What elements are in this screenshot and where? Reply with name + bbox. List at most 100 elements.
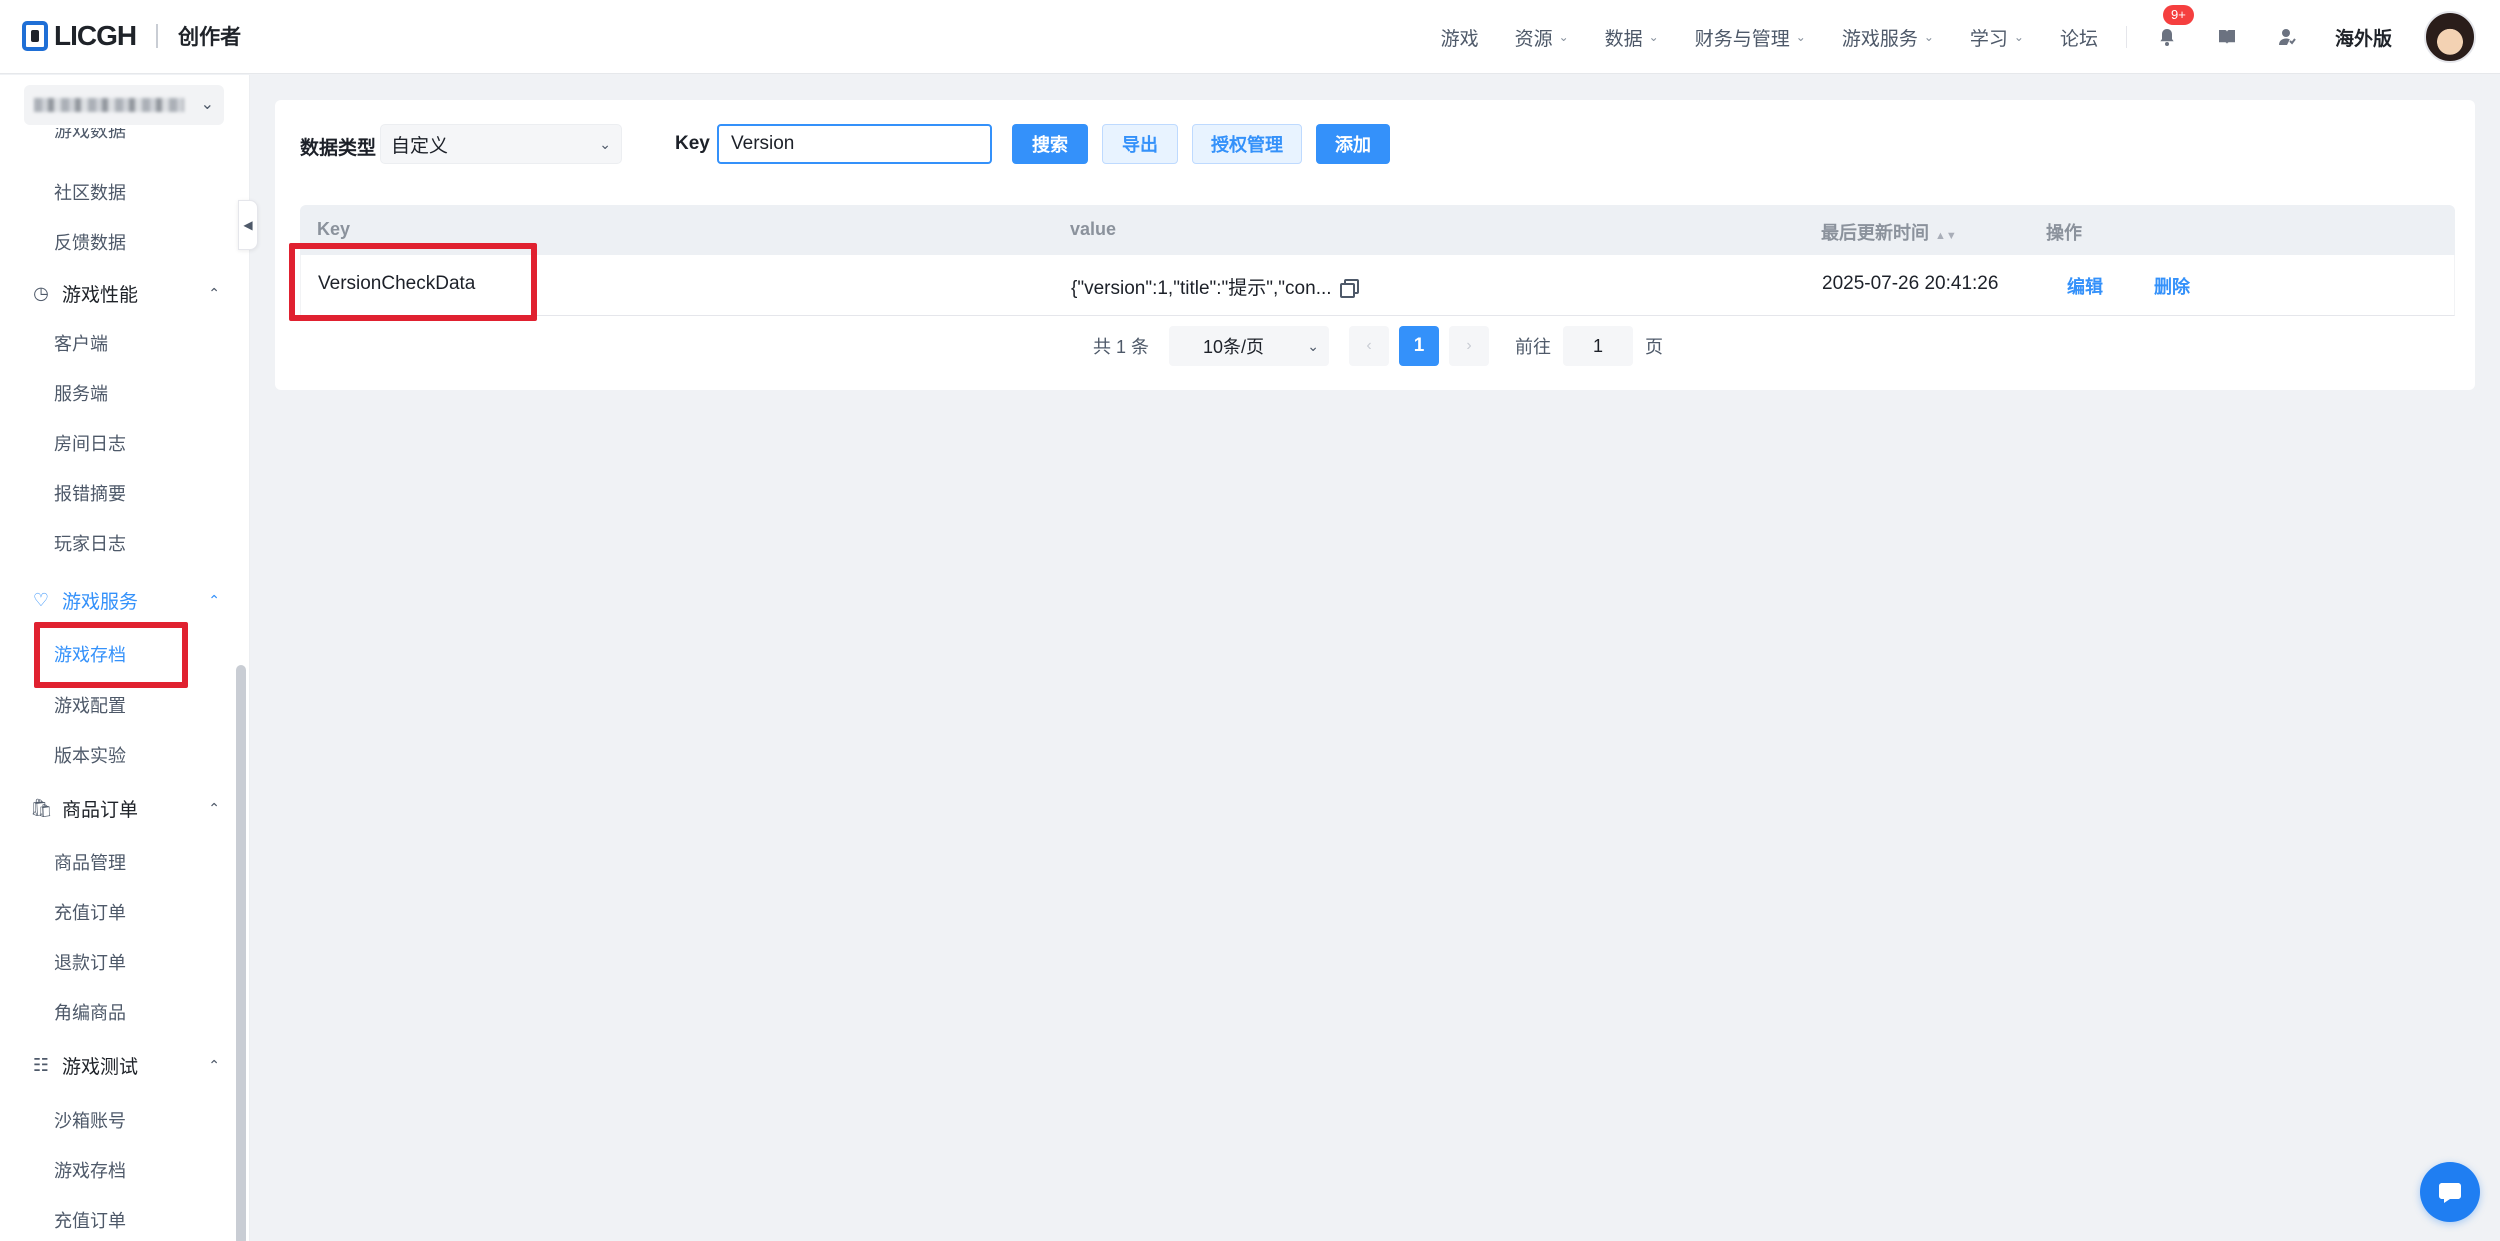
sidebar-item-server[interactable]: 服务端 bbox=[54, 380, 108, 406]
chevron-up-icon: ⌃ bbox=[208, 284, 220, 301]
edit-link[interactable]: 编辑 bbox=[2067, 273, 2103, 299]
sidebar-item-feedback-data[interactable]: 反馈数据 bbox=[54, 229, 126, 255]
export-button[interactable]: 导出 bbox=[1102, 124, 1178, 164]
nav-label: 游戏 bbox=[1440, 28, 1479, 50]
table-header: Key value 最后更新时间 ▲▼ 操作 bbox=[300, 205, 2455, 255]
notification-bell[interactable]: 9+ bbox=[2155, 5, 2194, 49]
column-updated-label: 最后更新时间 bbox=[1821, 223, 1929, 243]
search-button[interactable]: 搜索 bbox=[1012, 124, 1088, 164]
sidebar-item-test-game-save[interactable]: 游戏存档 bbox=[54, 1157, 126, 1183]
book-icon bbox=[2218, 30, 2235, 44]
data-type-select[interactable]: 自定义 ⌄ bbox=[380, 124, 622, 164]
goto-page-input[interactable]: 1 bbox=[1563, 326, 1634, 366]
creator-label: 创作者 bbox=[178, 26, 242, 49]
nav-label: 游戏服务 bbox=[1841, 28, 1918, 50]
auth-management-button[interactable]: 授权管理 bbox=[1192, 124, 1302, 164]
nav-label: 论坛 bbox=[2059, 28, 2098, 50]
column-updated[interactable]: 最后更新时间 ▲▼ bbox=[1821, 219, 1957, 245]
logo-divider bbox=[156, 24, 159, 48]
sidebar-item-test-recharge-orders[interactable]: 充值订单 bbox=[54, 1207, 126, 1233]
sidebar-group-label: 游戏测试 bbox=[62, 1056, 139, 1078]
overseas-version-link[interactable]: 海外版 bbox=[2335, 24, 2392, 51]
chat-support-button[interactable] bbox=[2420, 1162, 2480, 1222]
nav-game-services[interactable]: 游戏服务 ⌄ bbox=[1842, 24, 1934, 51]
sidebar-item-version-experiment[interactable]: 版本实验 bbox=[54, 742, 126, 768]
account-switch-button[interactable] bbox=[2275, 25, 2299, 49]
top-nav: 游戏 资源 ⌄ 数据 ⌄ 财务与管理 ⌄ 游戏服务 ⌄ 学习 ⌄ 论坛 9+ 海外版 bbox=[1441, 0, 2500, 74]
nav-forum[interactable]: 论坛 bbox=[2060, 24, 2098, 51]
page-suffix: 页 bbox=[1645, 337, 1664, 357]
sidebar-scrollbar[interactable] bbox=[236, 665, 246, 1241]
cell-updated: 2025-07-26 20:41:26 bbox=[1822, 273, 1999, 294]
column-actions: 操作 bbox=[2046, 223, 2082, 243]
chevron-down-icon: ⌄ bbox=[2013, 30, 2024, 44]
pagination: 共 1 条 10条/页 ⌄ ‹ 1 › 前往 1 页 bbox=[1093, 326, 1663, 366]
docs-button[interactable] bbox=[2215, 25, 2239, 49]
chevron-down-icon: ⌄ bbox=[1307, 337, 1320, 354]
sidebar-group-game-performance[interactable]: ◷ 游戏性能 ⌃ bbox=[30, 278, 220, 308]
sidebar-item-room-log[interactable]: 房间日志 bbox=[54, 430, 126, 456]
sidebar-item-community-data[interactable]: 社区数据 bbox=[54, 179, 126, 205]
chevron-down-icon: ⌄ bbox=[1795, 30, 1806, 44]
sidebar-group-game-services[interactable]: ♡ 游戏服务 ⌃ bbox=[30, 585, 220, 615]
sidebar-item-product-management[interactable]: 商品管理 bbox=[54, 849, 126, 875]
delete-link[interactable]: 删除 bbox=[2154, 273, 2190, 299]
sidebar-group-game-testing[interactable]: ☷ 游戏测试 ⌃ bbox=[30, 1050, 220, 1080]
key-input[interactable] bbox=[717, 124, 992, 164]
sidebar-item-partial[interactable]: 游戏数据 bbox=[54, 128, 126, 142]
user-icon bbox=[2278, 29, 2296, 45]
sidebar-item-error-summary[interactable]: 报错摘要 bbox=[54, 480, 126, 506]
sliders-icon: ☷ bbox=[32, 1054, 50, 1075]
nav-resources[interactable]: 资源 ⌄ bbox=[1515, 24, 1569, 51]
sidebar-group-product-orders[interactable]: 🛍 商品订单 ⌃ bbox=[30, 793, 220, 823]
sidebar-item-role-products[interactable]: 角编商品 bbox=[54, 999, 126, 1025]
nav-finance[interactable]: 财务与管理 ⌄ bbox=[1695, 24, 1806, 51]
next-page-button[interactable]: › bbox=[1449, 326, 1490, 366]
sidebar-item-refund-orders[interactable]: 退款订单 bbox=[54, 949, 126, 975]
nav-data[interactable]: 数据 ⌄ bbox=[1605, 24, 1659, 51]
gauge-icon: ◷ bbox=[33, 282, 49, 303]
sidebar-item-player-log[interactable]: 玩家日志 bbox=[54, 530, 126, 556]
data-type-value: 自定义 bbox=[391, 135, 449, 157]
copy-icon[interactable] bbox=[1339, 279, 1359, 298]
game-name-blurred bbox=[34, 98, 184, 112]
sidebar-item-game-config[interactable]: 游戏配置 bbox=[54, 692, 126, 718]
caret-left-icon: ◀ bbox=[243, 218, 253, 232]
cell-value-text: {"version":1,"title":"提示","con... bbox=[1071, 278, 1332, 299]
logo-text: LICGH bbox=[54, 20, 137, 51]
archive-panel: 数据类型 自定义 ⌄ Key 搜索 导出 授权管理 添加 Key value 最… bbox=[275, 100, 2475, 390]
chevron-up-icon: ⌃ bbox=[208, 591, 220, 608]
logo[interactable]: LICGH 创作者 bbox=[22, 18, 241, 54]
logo-mark-icon bbox=[22, 21, 48, 51]
sidebar-item-sandbox-account[interactable]: 沙箱账号 bbox=[54, 1107, 126, 1133]
add-button[interactable]: 添加 bbox=[1316, 124, 1390, 164]
chevron-down-icon: ⌄ bbox=[200, 96, 214, 113]
game-selector[interactable]: ⌄ bbox=[24, 85, 224, 125]
chevron-down-icon: ⌄ bbox=[599, 135, 611, 152]
sidebar-item-client[interactable]: 客户端 bbox=[54, 330, 108, 356]
nav-game[interactable]: 游戏 bbox=[1441, 24, 1479, 51]
chevron-down-icon: ⌄ bbox=[1648, 30, 1659, 44]
prev-page-button[interactable]: ‹ bbox=[1349, 326, 1390, 366]
column-value: value bbox=[1070, 219, 1117, 239]
top-bar: LICGH 创作者 游戏 资源 ⌄ 数据 ⌄ 财务与管理 ⌄ 游戏服务 ⌄ 学习 ⌄ 论坛… bbox=[0, 0, 2500, 74]
sidebar-group-label: 游戏性能 bbox=[62, 284, 139, 306]
sidebar-item-game-save[interactable]: 游戏存档 bbox=[54, 641, 126, 667]
sidebar-group-label: 商品订单 bbox=[62, 799, 139, 821]
chevron-down-icon: ⌄ bbox=[1923, 30, 1934, 44]
page-size-select[interactable]: 10条/页 ⌄ bbox=[1169, 326, 1330, 366]
nav-learn[interactable]: 学习 ⌄ bbox=[1970, 24, 2024, 51]
page-number-button[interactable]: 1 bbox=[1399, 326, 1440, 366]
sidebar-item-recharge-orders[interactable]: 充值订单 bbox=[54, 899, 126, 925]
chevron-down-icon: ⌄ bbox=[1558, 30, 1569, 44]
user-avatar[interactable] bbox=[2424, 11, 2476, 63]
data-type-label: 数据类型 bbox=[300, 138, 377, 159]
chevron-up-icon: ⌃ bbox=[208, 799, 220, 816]
chevron-right-icon: › bbox=[1466, 337, 1472, 354]
pagination-total: 共 1 条 bbox=[1093, 337, 1150, 357]
nav-label: 财务与管理 bbox=[1694, 28, 1790, 50]
chevron-up-icon: ⌃ bbox=[208, 1056, 220, 1073]
sort-icon[interactable]: ▲▼ bbox=[1935, 230, 1957, 242]
nav-label: 数据 bbox=[1604, 28, 1643, 50]
sidebar-collapse-button[interactable]: ◀ bbox=[238, 200, 258, 250]
